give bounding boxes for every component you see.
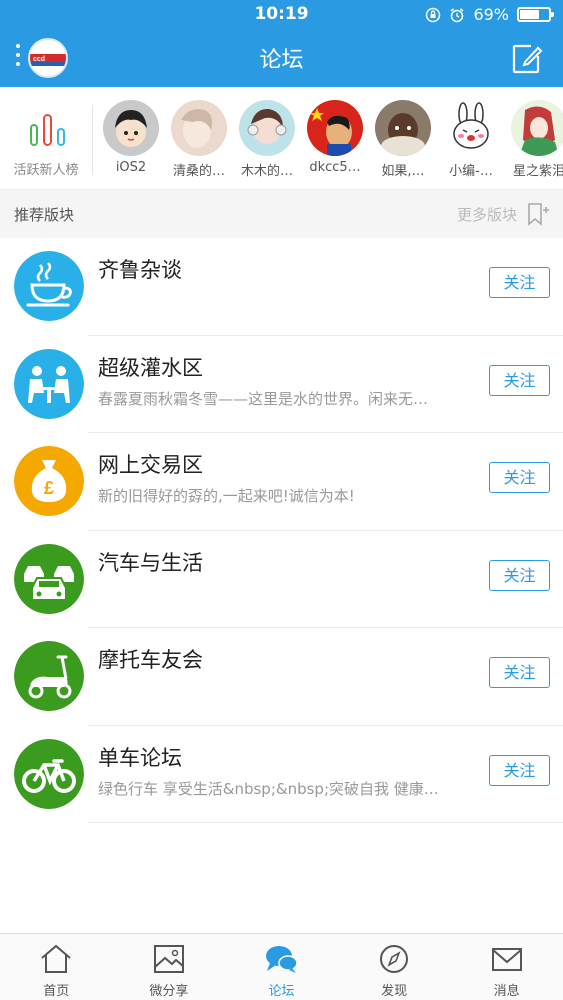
forum-name: 汽车与生活 bbox=[98, 550, 203, 575]
avatar bbox=[239, 100, 295, 156]
forum-row[interactable]: £ 网上交易区 新的旧得好的孬的,一起来吧!诚信为本! 关注 bbox=[0, 433, 563, 531]
tab-discover[interactable]: 发现 bbox=[338, 934, 451, 1000]
forum-description: 春露夏雨秋霜冬雪——这里是水的世界。闲来无… bbox=[98, 389, 429, 408]
active-user[interactable]: dkcc5… bbox=[301, 87, 369, 189]
active-user[interactable]: 星之紫泪 bbox=[505, 87, 563, 189]
battery-icon bbox=[517, 7, 554, 22]
active-user[interactable]: iOS2 bbox=[97, 87, 165, 189]
user-name: 木木的… bbox=[240, 164, 293, 179]
user-name: 星之紫泪 bbox=[512, 164, 563, 179]
active-user[interactable]: 如果,… bbox=[369, 87, 437, 189]
user-name: 如果,… bbox=[381, 164, 425, 179]
avatar bbox=[307, 100, 363, 156]
battery-percent: 69% bbox=[473, 5, 509, 24]
bottom-tab-bar: 首页 微分享 论坛 发现 消息 bbox=[0, 933, 563, 1000]
forum-row[interactable]: 汽车与生活 关注 bbox=[0, 530, 563, 628]
page-title: 论坛 bbox=[259, 48, 304, 73]
mail-icon bbox=[491, 948, 522, 971]
chat-bubbles-icon bbox=[266, 946, 299, 973]
avatar bbox=[511, 100, 563, 156]
scooter-icon bbox=[14, 641, 84, 711]
forum-name: 超级灌水区 bbox=[98, 355, 203, 380]
tab-share[interactable]: 微分享 bbox=[113, 934, 226, 1000]
home-icon bbox=[41, 944, 71, 973]
forum-name: 网上交易区 bbox=[98, 453, 203, 477]
cars-icon bbox=[14, 543, 84, 614]
tab-messages[interactable]: 消息 bbox=[450, 934, 563, 1000]
avatar bbox=[103, 100, 159, 156]
tab-label: 发现 bbox=[381, 984, 408, 999]
tab-home[interactable]: 首页 bbox=[0, 934, 113, 1000]
follow-button[interactable]: 关注 bbox=[489, 267, 550, 298]
people-chat-icon bbox=[14, 348, 84, 419]
forum-list: 齐鲁杂谈 关注 超级灌水区 春露夏雨秋霜冬雪——这里是水的世界。闲来无… 关注 … bbox=[0, 238, 563, 823]
follow-button[interactable]: 关注 bbox=[489, 364, 550, 396]
user-name: iOS2 bbox=[115, 160, 147, 175]
money-bag-icon: £ bbox=[14, 446, 84, 516]
section-title: 推荐版块 bbox=[14, 206, 75, 224]
tab-label: 微分享 bbox=[149, 984, 189, 999]
forum-row[interactable]: 齐鲁杂谈 关注 bbox=[0, 238, 563, 336]
forum-name: 齐鲁杂谈 bbox=[98, 258, 182, 282]
forum-row[interactable]: 单车论坛 绿色行车 享受生活&nbsp;&nbsp;突破自我 健康… 关注 bbox=[0, 725, 563, 823]
active-user-list: iOS2 清桑的… 木木的… dkcc5… 如果,… 小编-… 星之紫泪 bbox=[97, 87, 563, 189]
bicycle-icon bbox=[14, 738, 84, 809]
nav-bar: ccd 论坛 bbox=[0, 30, 563, 87]
forum-name: 单车论坛 bbox=[98, 745, 182, 770]
follow-button[interactable]: 关注 bbox=[489, 559, 550, 591]
user-name: dkcc5… bbox=[309, 160, 361, 175]
follow-button[interactable]: 关注 bbox=[489, 754, 550, 786]
ranking-bars-icon bbox=[30, 114, 65, 146]
compose-icon[interactable] bbox=[511, 43, 543, 75]
active-user[interactable]: 木木的… bbox=[233, 87, 301, 189]
recommended-section-header: 推荐版块 更多版块 bbox=[0, 190, 563, 238]
header: 10:19 69% ccd 论坛 bbox=[0, 0, 563, 87]
user-name: 清桑的… bbox=[172, 164, 225, 179]
forum-row[interactable]: 摩托车友会 关注 bbox=[0, 628, 563, 726]
tab-forum[interactable]: 论坛 bbox=[225, 934, 338, 1000]
alarm-icon bbox=[450, 7, 464, 22]
forum-row[interactable]: 超级灌水区 春露夏雨秋霜冬雪——这里是水的世界。闲来无… 关注 bbox=[0, 335, 563, 433]
forum-name: 摩托车友会 bbox=[98, 648, 203, 672]
avatar bbox=[171, 100, 227, 156]
avatar bbox=[443, 100, 499, 156]
follow-button[interactable]: 关注 bbox=[489, 657, 550, 688]
forum-description: 新的旧得好的孬的,一起来吧!诚信为本! bbox=[98, 487, 355, 505]
svg-text:£: £ bbox=[44, 478, 54, 498]
avatar bbox=[375, 100, 431, 156]
coffee-cup-icon bbox=[14, 251, 84, 321]
active-ranking-label: 活跃新人榜 bbox=[13, 163, 79, 178]
status-bar: 10:19 69% bbox=[0, 0, 563, 30]
more-sections-link[interactable]: 更多版块 bbox=[457, 204, 517, 225]
compass-icon bbox=[380, 945, 409, 973]
active-users-strip: 活跃新人榜 iOS2 清桑的… 木木的… dkcc5… 如果,… 小编-… 星之… bbox=[0, 87, 563, 190]
tab-label: 消息 bbox=[493, 984, 520, 999]
active-user[interactable]: 清桑的… bbox=[165, 87, 233, 189]
tab-label: 首页 bbox=[43, 984, 70, 999]
add-section-icon[interactable] bbox=[525, 202, 549, 226]
user-name: 小编-… bbox=[449, 164, 493, 179]
image-icon bbox=[153, 945, 184, 973]
active-user[interactable]: 小编-… bbox=[437, 87, 505, 189]
forum-description: 绿色行车 享受生活&nbsp;&nbsp;突破自我 健康… bbox=[98, 779, 439, 798]
active-ranking-button[interactable]: 活跃新人榜 bbox=[0, 87, 92, 189]
rotation-lock-icon bbox=[426, 7, 441, 22]
follow-button[interactable]: 关注 bbox=[489, 462, 550, 493]
tab-label: 论坛 bbox=[268, 984, 295, 999]
